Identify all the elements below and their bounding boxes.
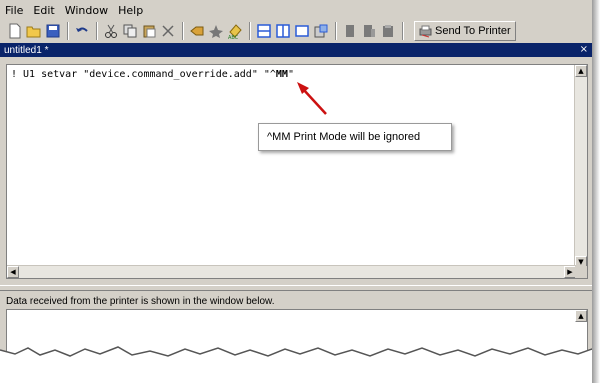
toolbar: ABC Send To Printer: [0, 20, 592, 42]
editor-horizontal-scrollbar[interactable]: ◀ ▶: [7, 265, 576, 278]
toolbar-separator: [96, 22, 98, 40]
send-to-printer-icon: [419, 25, 432, 37]
cut-icon[interactable]: [102, 22, 120, 40]
printer-c-icon[interactable]: [379, 22, 397, 40]
tab-close-icon[interactable]: ×: [580, 43, 592, 57]
delete-icon[interactable]: [159, 22, 177, 40]
scroll-left-icon[interactable]: ◀: [7, 266, 19, 278]
editor-vertical-scrollbar[interactable]: ▲ ▼: [574, 65, 587, 268]
pane-splitter[interactable]: [0, 285, 592, 291]
code-highlight: MM: [275, 69, 288, 80]
layout-other-icon[interactable]: [312, 22, 330, 40]
window-shadow: [592, 0, 600, 383]
tool-c-icon[interactable]: ABC: [226, 22, 244, 40]
torn-edge-decoration: [0, 346, 592, 383]
menu-bar: File Edit Window Help: [0, 3, 148, 19]
new-document-icon[interactable]: [6, 22, 24, 40]
send-to-printer-label: Send To Printer: [435, 25, 511, 37]
tool-b-icon[interactable]: [207, 22, 225, 40]
copy-icon[interactable]: [121, 22, 139, 40]
code-text-end: ": [287, 69, 294, 80]
output-pane-label: Data received from the printer is shown …: [6, 296, 275, 307]
toolbar-separator: [249, 22, 251, 40]
code-text: ! U1 setvar "device.command_override.add…: [11, 69, 276, 80]
send-to-printer-button[interactable]: Send To Printer: [414, 21, 516, 41]
scroll-corner: [575, 266, 587, 278]
layout-single-icon[interactable]: [293, 22, 311, 40]
menu-window[interactable]: Window: [60, 3, 113, 19]
editor-line-1[interactable]: ! U1 setvar "device.command_override.add…: [11, 69, 294, 80]
toolbar-separator: [402, 22, 404, 40]
printer-b-icon[interactable]: [360, 22, 378, 40]
application-window: File Edit Window Help ABC Send To Printe…: [0, 0, 592, 383]
save-icon[interactable]: [44, 22, 62, 40]
menu-edit[interactable]: Edit: [28, 3, 59, 19]
toolbar-separator: [335, 22, 337, 40]
paste-icon[interactable]: [140, 22, 158, 40]
scroll-up-icon[interactable]: ▲: [575, 65, 587, 77]
svg-text:ABC: ABC: [228, 35, 239, 39]
menu-help[interactable]: Help: [113, 3, 148, 19]
open-folder-icon[interactable]: [25, 22, 43, 40]
document-tab-bar: untitled1 * ×: [0, 43, 592, 57]
undo-icon[interactable]: [73, 22, 91, 40]
menu-file[interactable]: File: [0, 3, 28, 19]
layout-horizontal-icon[interactable]: [255, 22, 273, 40]
toolbar-separator: [67, 22, 69, 40]
tab-untitled1[interactable]: untitled1 *: [0, 45, 48, 56]
toolbar-separator: [182, 22, 184, 40]
tool-a-icon[interactable]: [188, 22, 206, 40]
layout-vertical-icon[interactable]: [274, 22, 292, 40]
warning-tooltip: ^MM Print Mode will be ignored: [258, 123, 452, 151]
output-scroll-up-icon[interactable]: ▲: [575, 310, 587, 322]
printer-a-icon[interactable]: [341, 22, 359, 40]
